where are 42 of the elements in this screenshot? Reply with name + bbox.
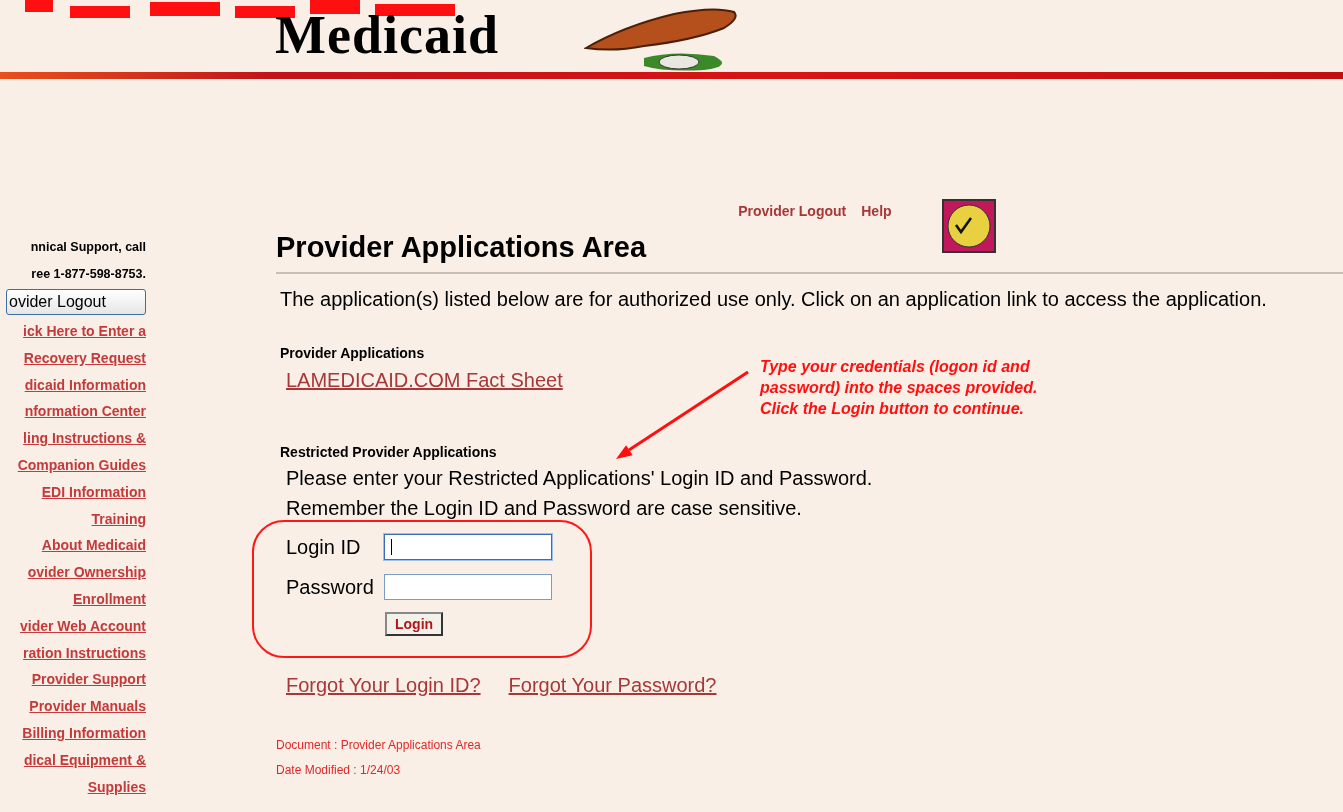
annotation-text: Type your credentials (logon id and password) into the spaces provided. Click the Login button to continue.	[760, 357, 1039, 419]
sidebar-link[interactable]: About Medicaid	[41, 532, 146, 560]
input-field[interactable]	[384, 574, 552, 600]
top-link[interactable]: Help	[861, 203, 892, 219]
application-link[interactable]: LAMEDICAID.COM Fact Sheet	[286, 369, 563, 392]
section-heading: Restricted Provider Applications	[280, 444, 498, 460]
footer-text: Document : Provider Applications Area	[276, 737, 482, 754]
sidebar-link[interactable]: Companion Guides	[17, 452, 146, 479]
site-title: Medicaid	[275, 4, 499, 67]
footer-text: Date Modified : 1/24/03	[276, 762, 402, 779]
page-title: Provider Applications Area	[276, 231, 647, 264]
login-button[interactable]: Login	[385, 612, 444, 636]
sidebar-link[interactable]: EDI Information	[41, 478, 146, 506]
instruction-text: Remember the Login ID and Password are case sensitive.	[286, 496, 803, 520]
sidebar-link[interactable]: dicaid Information	[24, 371, 146, 399]
logout-button[interactable]: ovider Logout	[6, 289, 146, 315]
instruction-text: Please enter your Restricted Applications' Login ID and Password.	[286, 466, 874, 490]
sidebar-link[interactable]: ick Here to Enter a	[23, 318, 146, 345]
support-text: nnical Support, call	[30, 239, 146, 256]
field-label: Password	[286, 575, 375, 599]
input-field[interactable]	[384, 534, 552, 560]
sidebar-link[interactable]: Provider Manuals	[29, 693, 146, 720]
sidebar-link[interactable]: Training	[91, 505, 146, 533]
support-text: ree 1-877-598-8753.	[31, 266, 146, 283]
intro-text: The application(s) listed below are for authorized use only. Click on an application link to access the application.	[280, 288, 1268, 311]
section-heading: Provider Applications	[280, 345, 426, 361]
sidebar-link[interactable]: ovider Ownership	[27, 559, 146, 586]
sidebar-link[interactable]: Recovery Request	[23, 344, 146, 372]
sidebar-link[interactable]: nformation Center	[24, 398, 146, 426]
forgot-link[interactable]: Forgot Your Password?	[508, 674, 717, 697]
forgot-link[interactable]: Forgot Your Login ID?	[286, 674, 481, 697]
sidebar-link[interactable]: Supplies	[87, 773, 146, 801]
seal-icon[interactable]	[941, 199, 996, 253]
sidebar-link[interactable]: dical Equipment &	[23, 746, 146, 774]
field-label: Login ID	[286, 535, 362, 559]
top-link[interactable]: Provider Logout	[738, 203, 847, 219]
sidebar-link[interactable]: ration Instructions	[23, 639, 146, 667]
sidebar-link[interactable]: vider Web Account	[19, 612, 146, 640]
sidebar-link[interactable]: Billing Information	[22, 719, 146, 747]
sidebar-link[interactable]: Provider Support	[31, 666, 146, 694]
sidebar-link[interactable]: ling Instructions &	[23, 425, 146, 452]
sidebar-link[interactable]: Enrollment	[72, 585, 146, 613]
